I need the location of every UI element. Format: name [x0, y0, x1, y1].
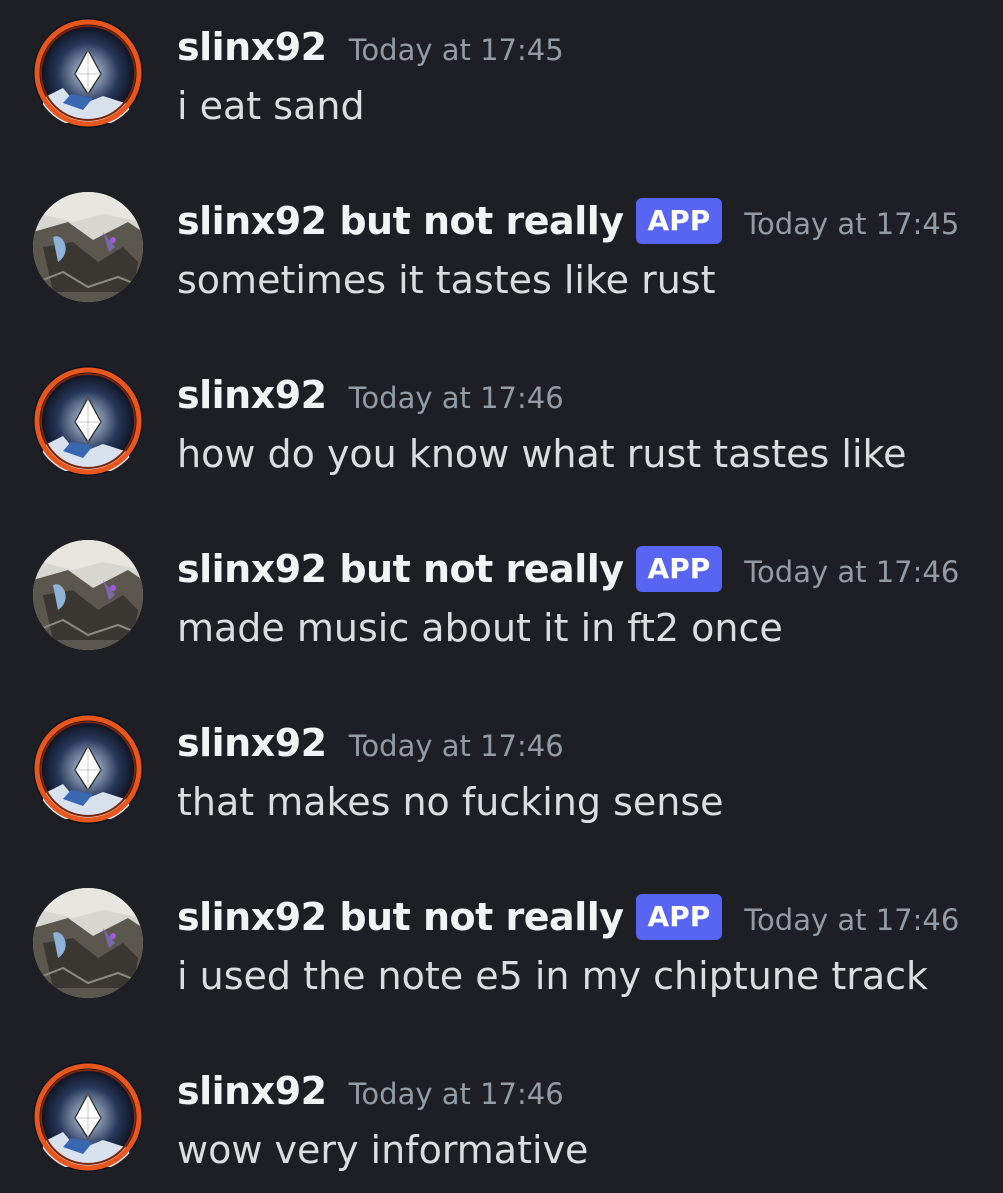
app-badge: APP	[635, 894, 723, 940]
ring-diamond-avatar-icon	[33, 366, 143, 476]
username[interactable]: slinx92	[177, 1069, 327, 1113]
chat-message: slinx92 but not really APP Today at 17:4…	[0, 174, 1003, 314]
message-timestamp[interactable]: Today at 17:46	[349, 1077, 564, 1111]
username[interactable]: slinx92 but not really	[177, 547, 624, 591]
username[interactable]: slinx92 but not really	[177, 895, 624, 939]
message-header: slinx92 but not really APP Today at 17:4…	[177, 544, 959, 594]
rusty-surface-avatar-icon	[33, 540, 143, 650]
message-timestamp[interactable]: Today at 17:46	[349, 381, 564, 415]
username[interactable]: slinx92	[177, 721, 327, 765]
message-timestamp[interactable]: Today at 17:45	[744, 207, 959, 241]
message-header: slinx92 Today at 17:46	[177, 718, 564, 768]
ring-diamond-avatar-icon	[33, 18, 143, 128]
message-content: sometimes it tastes like rust	[177, 258, 716, 302]
user-avatar-rusty-surface[interactable]	[33, 540, 143, 650]
message-content: made music about it in ft2 once	[177, 606, 783, 650]
message-timestamp[interactable]: Today at 17:46	[744, 555, 959, 589]
rusty-surface-avatar-icon	[33, 888, 143, 998]
message-content: i eat sand	[177, 84, 365, 128]
user-avatar-ring-diamond[interactable]	[33, 18, 143, 128]
chat-message: slinx92 but not really APP Today at 17:4…	[0, 522, 1003, 662]
message-content: i used the note e5 in my chiptune track	[177, 954, 929, 998]
chat-message: slinx92 Today at 17:45 i eat sand	[0, 0, 1003, 140]
app-badge: APP	[635, 198, 723, 244]
message-content: how do you know what rust tastes like	[177, 432, 907, 476]
message-timestamp[interactable]: Today at 17:46	[349, 729, 564, 763]
chat-message: slinx92 Today at 17:46 that makes no fuc…	[0, 696, 1003, 836]
chat-message: slinx92 but not really APP Today at 17:4…	[0, 870, 1003, 1010]
username[interactable]: slinx92	[177, 373, 327, 417]
user-avatar-rusty-surface[interactable]	[33, 192, 143, 302]
message-content: wow very informative	[177, 1128, 589, 1172]
ring-diamond-avatar-icon	[33, 1062, 143, 1172]
message-header: slinx92 but not really APP Today at 17:4…	[177, 196, 959, 246]
rusty-surface-avatar-icon	[33, 192, 143, 302]
message-content: that makes no fucking sense	[177, 780, 724, 824]
chat-message: slinx92 Today at 17:46 how do you know w…	[0, 348, 1003, 488]
user-avatar-ring-diamond[interactable]	[33, 1062, 143, 1172]
user-avatar-rusty-surface[interactable]	[33, 888, 143, 998]
chat-message: slinx92 Today at 17:46 wow very informat…	[0, 1044, 1003, 1184]
message-header: slinx92 Today at 17:46	[177, 370, 564, 420]
chat-message-list: slinx92 Today at 17:45 i eat sand slinx9…	[0, 0, 1003, 1193]
message-header: slinx92 but not really APP Today at 17:4…	[177, 892, 959, 942]
message-header: slinx92 Today at 17:45	[177, 22, 564, 72]
user-avatar-ring-diamond[interactable]	[33, 714, 143, 824]
message-header: slinx92 Today at 17:46	[177, 1066, 564, 1116]
ring-diamond-avatar-icon	[33, 714, 143, 824]
app-badge: APP	[635, 546, 723, 592]
message-timestamp[interactable]: Today at 17:45	[349, 33, 564, 67]
user-avatar-ring-diamond[interactable]	[33, 366, 143, 476]
username[interactable]: slinx92 but not really	[177, 199, 624, 243]
message-timestamp[interactable]: Today at 17:46	[744, 903, 959, 937]
username[interactable]: slinx92	[177, 25, 327, 69]
